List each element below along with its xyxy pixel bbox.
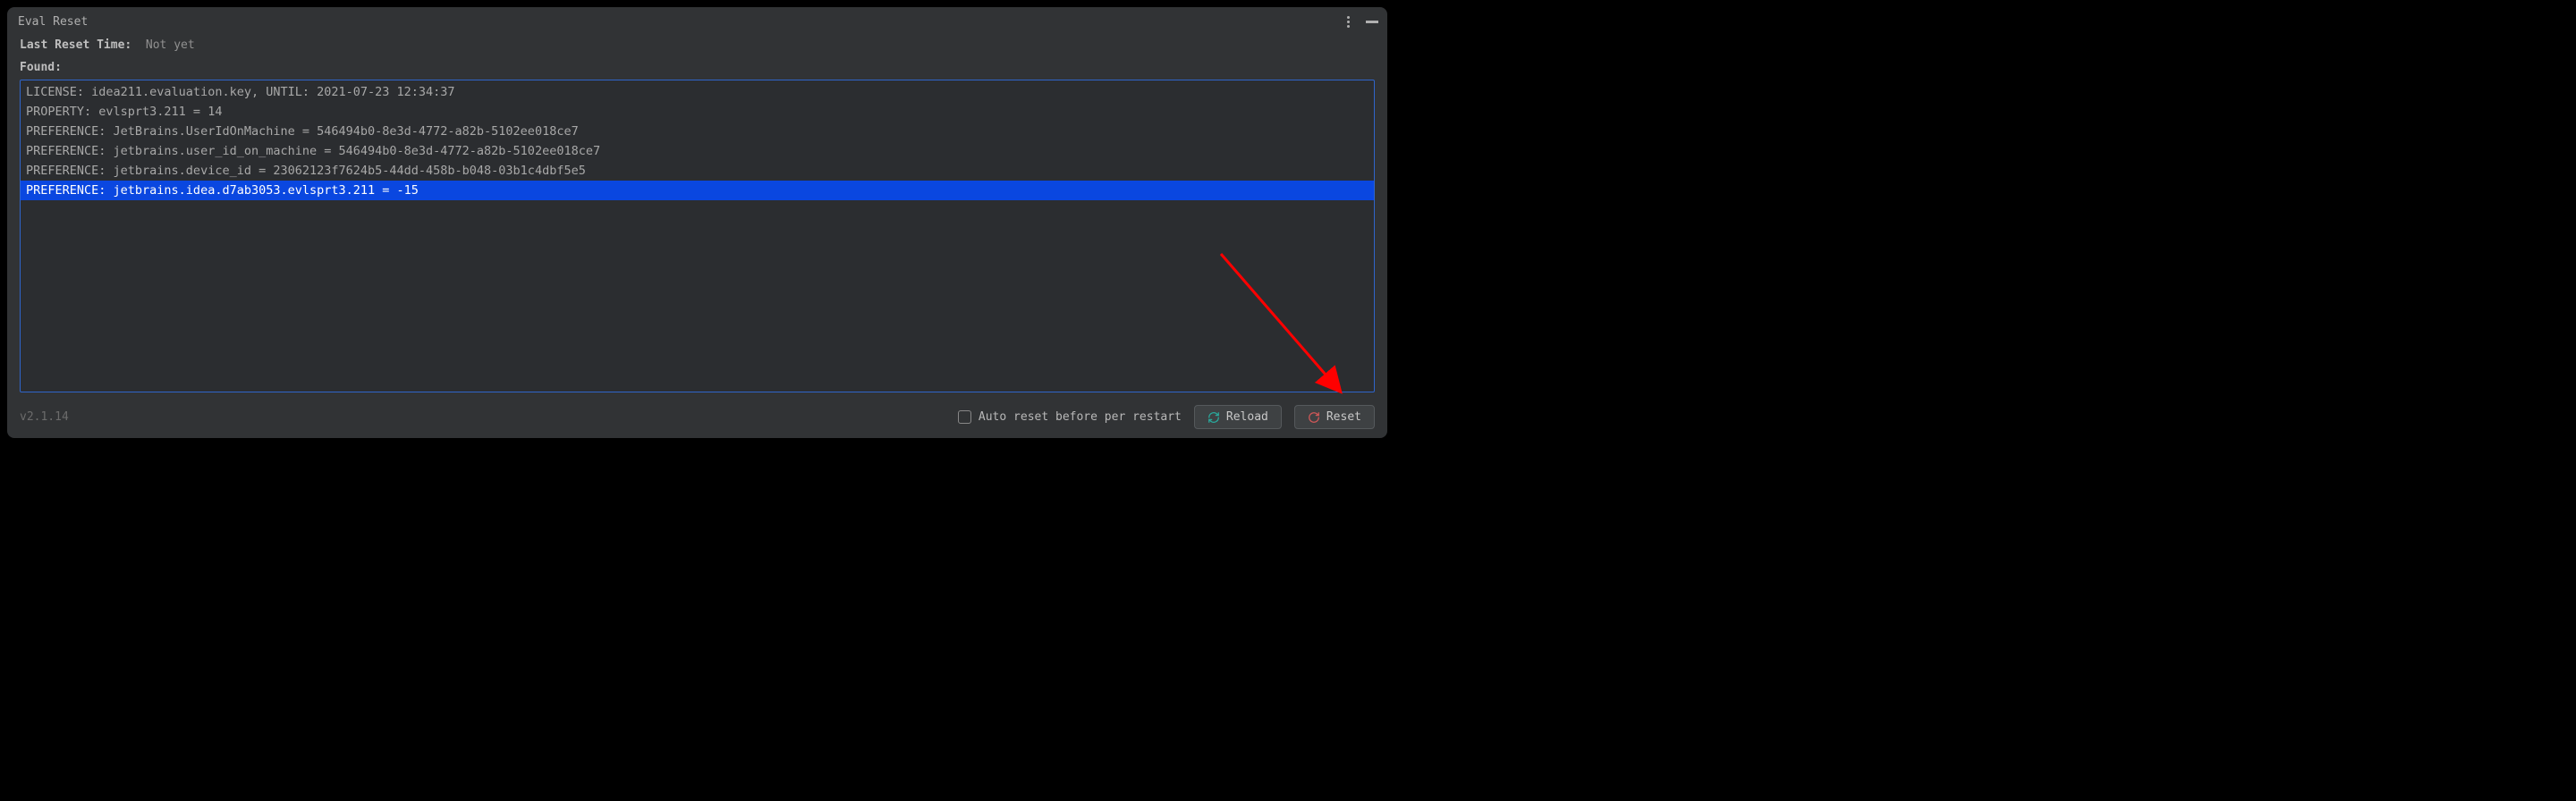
log-line[interactable]: PREFERENCE: jetbrains.idea.d7ab3053.evls… — [21, 181, 1374, 200]
eval-reset-window: Eval Reset Last Reset Time: Not yet Foun… — [7, 7, 1387, 438]
last-reset-row: Last Reset Time: Not yet — [7, 35, 1387, 55]
log-line[interactable]: PREFERENCE: JetBrains.UserIdOnMachine = … — [21, 122, 1374, 141]
reload-button-label: Reload — [1226, 410, 1268, 424]
footer: v2.1.14 Auto reset before per restart Re… — [7, 392, 1387, 438]
log-line[interactable]: LICENSE: idea211.evaluation.key, UNTIL: … — [21, 82, 1374, 102]
auto-reset-label: Auto reset before per restart — [979, 410, 1182, 424]
more-options-icon[interactable] — [1343, 13, 1353, 31]
window-controls — [1343, 13, 1378, 31]
checkbox-box-icon — [958, 410, 971, 424]
last-reset-label: Last Reset Time: — [20, 38, 131, 52]
version-label: v2.1.14 — [20, 410, 69, 424]
log-line[interactable]: PREFERENCE: jetbrains.device_id = 230621… — [21, 161, 1374, 181]
found-label: Found: — [7, 55, 1387, 80]
auto-reset-checkbox[interactable]: Auto reset before per restart — [958, 410, 1182, 424]
reset-button[interactable]: Reset — [1294, 405, 1375, 429]
footer-right: Auto reset before per restart Reload Res… — [958, 405, 1375, 429]
title-bar: Eval Reset — [7, 7, 1387, 35]
window-title: Eval Reset — [18, 15, 88, 29]
found-log-textarea[interactable]: LICENSE: idea211.evaluation.key, UNTIL: … — [20, 80, 1375, 392]
refresh-icon — [1208, 411, 1220, 424]
reset-button-label: Reset — [1326, 410, 1361, 424]
reset-icon — [1308, 411, 1320, 424]
log-line[interactable]: PREFERENCE: jetbrains.user_id_on_machine… — [21, 141, 1374, 161]
minimize-icon[interactable] — [1366, 21, 1378, 23]
log-line[interactable]: PROPERTY: evlsprt3.211 = 14 — [21, 102, 1374, 122]
last-reset-value: Not yet — [139, 38, 195, 52]
reload-button[interactable]: Reload — [1194, 405, 1282, 429]
